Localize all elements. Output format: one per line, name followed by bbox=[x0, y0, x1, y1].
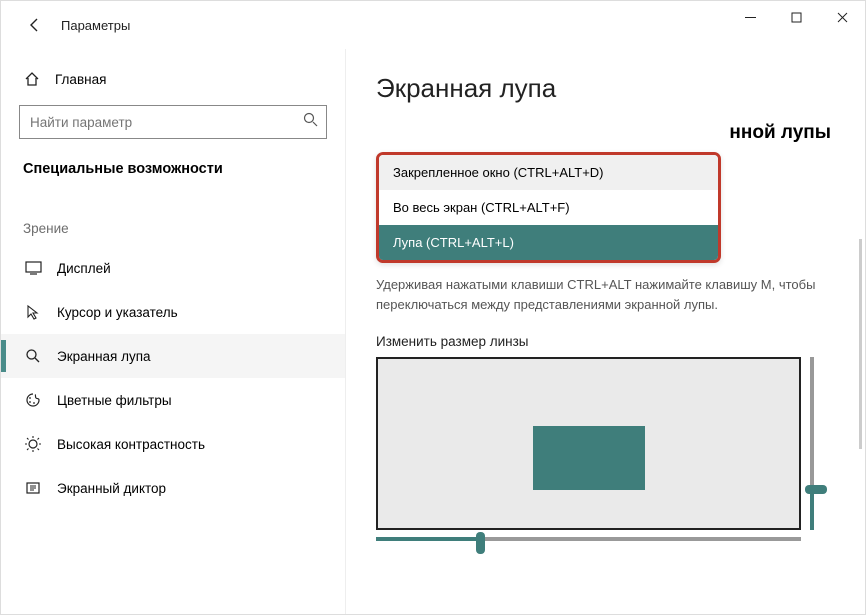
maximize-button[interactable] bbox=[773, 1, 819, 33]
resize-label: Изменить размер линзы bbox=[376, 334, 833, 349]
dropdown-option-lens[interactable]: Лупа (CTRL+ALT+L) bbox=[379, 225, 718, 260]
window-controls bbox=[727, 1, 865, 33]
lens-width-slider[interactable] bbox=[376, 537, 801, 541]
titlebar: Параметры bbox=[1, 1, 865, 49]
minimize-button[interactable] bbox=[727, 1, 773, 33]
home-label: Главная bbox=[55, 72, 106, 87]
dropdown-option-fullscreen[interactable]: Во весь экран (CTRL+ALT+F) bbox=[379, 190, 718, 225]
nav-display[interactable]: Дисплей bbox=[1, 246, 345, 290]
cursor-icon bbox=[23, 304, 43, 320]
scrollbar[interactable] bbox=[859, 239, 862, 449]
lens-height-slider[interactable] bbox=[810, 357, 814, 530]
contrast-icon bbox=[23, 436, 43, 452]
slider-thumb[interactable] bbox=[805, 485, 827, 494]
page-title: Экранная лупа bbox=[376, 73, 833, 104]
slider-thumb[interactable] bbox=[476, 532, 485, 554]
nav-cursor[interactable]: Курсор и указатель bbox=[1, 290, 345, 334]
dropdown-list: Закрепленное окно (CTRL+ALT+D) Во весь э… bbox=[376, 152, 721, 263]
search-input[interactable] bbox=[30, 115, 303, 130]
dropdown-option-docked[interactable]: Закрепленное окно (CTRL+ALT+D) bbox=[379, 155, 718, 190]
help-text: Удерживая нажатыми клавиши CTRL+ALT нажи… bbox=[376, 275, 816, 314]
settings-window: Параметры Главная Специальные возможност… bbox=[0, 0, 866, 615]
nav-narrator[interactable]: Экранный диктор bbox=[1, 466, 345, 510]
nav-color-filters[interactable]: Цветные фильтры bbox=[1, 378, 345, 422]
nav-label: Курсор и указатель bbox=[57, 305, 178, 320]
nav-label: Высокая контрастность bbox=[57, 437, 205, 452]
home-icon bbox=[23, 71, 41, 87]
search-icon bbox=[303, 112, 318, 132]
search-box[interactable] bbox=[19, 105, 327, 139]
lens-size-control bbox=[376, 357, 818, 552]
lens-preview bbox=[376, 357, 801, 530]
window-title: Параметры bbox=[61, 18, 130, 33]
section-heading-partial: нной лупы bbox=[376, 122, 833, 144]
category-label: Специальные возможности bbox=[1, 153, 345, 185]
sidebar: Главная Специальные возможности Зрение Д… bbox=[1, 49, 346, 614]
view-dropdown[interactable]: Закрепленное окно (CTRL+ALT+D) Во весь э… bbox=[376, 152, 833, 263]
close-button[interactable] bbox=[819, 1, 865, 33]
back-button[interactable] bbox=[17, 7, 53, 43]
nav-label: Дисплей bbox=[57, 261, 111, 276]
magnifier-icon bbox=[23, 348, 43, 364]
palette-icon bbox=[23, 392, 43, 408]
group-label: Зрение bbox=[1, 185, 345, 246]
nav-label: Экранная лупа bbox=[57, 349, 151, 364]
lens-rect bbox=[533, 426, 645, 490]
body: Главная Специальные возможности Зрение Д… bbox=[1, 49, 865, 614]
display-icon bbox=[23, 261, 43, 275]
nav-high-contrast[interactable]: Высокая контрастность bbox=[1, 422, 345, 466]
nav-magnifier[interactable]: Экранная лупа bbox=[1, 334, 345, 378]
narrator-icon bbox=[23, 480, 43, 496]
main-content: Экранная лупа нной лупы Закрепленное окн… bbox=[346, 49, 865, 614]
nav-label: Цветные фильтры bbox=[57, 393, 172, 408]
home-link[interactable]: Главная bbox=[1, 59, 345, 99]
nav-label: Экранный диктор bbox=[57, 481, 166, 496]
